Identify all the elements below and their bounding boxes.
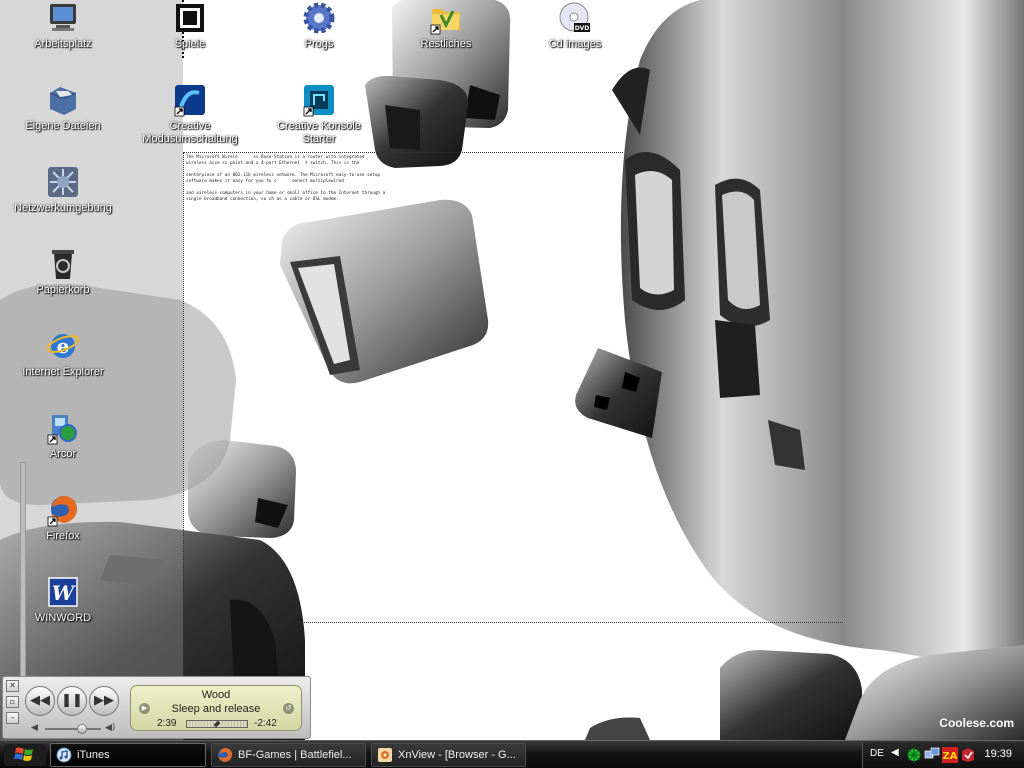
desktop-icon-eigene-dateien[interactable]: Eigene Dateien xyxy=(13,83,113,133)
network-places-icon xyxy=(48,167,78,197)
rewind-icon: ◀◀ xyxy=(30,693,50,708)
desktop-icon-label: Firefox xyxy=(46,530,80,542)
svg-text:W: W xyxy=(52,581,77,605)
previous-track-button[interactable]: ◀◀ xyxy=(25,686,55,716)
volume-high-icon: ◀) xyxy=(105,723,116,733)
desktop-icon-label: Creative Konsole Starter xyxy=(277,120,361,145)
desktop-icon-label: Spiele xyxy=(174,38,206,50)
desktop-icon-cd-images[interactable]: DVD Cd images xyxy=(525,1,625,51)
pause-button[interactable]: ❚❚ xyxy=(57,686,87,716)
watermark: Coolese.com xyxy=(939,716,1014,730)
desktop-icon-progs[interactable]: Progs xyxy=(269,1,369,51)
internet-explorer-icon: e xyxy=(46,334,80,358)
desktop-icon-label: Eigene Dateien xyxy=(25,120,101,132)
firefox-icon xyxy=(218,748,232,762)
desktop-icon-arbeitsplatz[interactable]: Arbeitsplatz xyxy=(13,1,113,51)
desktop-icon-label: WINWORD xyxy=(34,612,92,624)
wallpaper-text: The Microsoft Wirele ss Base Station is … xyxy=(186,155,386,202)
volume-slider[interactable]: ◀ ◀) xyxy=(31,723,121,735)
song-title: Wood xyxy=(201,689,231,701)
volume-low-icon: ◀ xyxy=(31,723,38,733)
task-label: XnView - [Browser - G... xyxy=(398,749,516,761)
resize-button[interactable]: ▫ xyxy=(6,696,19,708)
games-folder-icon xyxy=(176,4,204,32)
task-itunes[interactable]: iTunes xyxy=(50,743,206,767)
desktop-icon-restliches[interactable]: Restliches xyxy=(396,1,496,51)
creative-mode-icon xyxy=(174,85,205,117)
restliches-folder-icon xyxy=(430,9,460,35)
close-button[interactable]: ✕ xyxy=(6,680,19,692)
task-label: iTunes xyxy=(77,749,110,761)
desktop[interactable]: The Microsoft Wirele ss Base Station is … xyxy=(0,0,1024,740)
now-playing-display[interactable]: Wood Sleep and release ▶ ↺ 2:39 -2:42 xyxy=(130,685,302,731)
desktop-icon-label: Papierkorb xyxy=(36,284,90,296)
snapback-icon[interactable]: ↺ xyxy=(283,703,294,714)
dotted-frame-left xyxy=(183,152,184,740)
my-computer-icon xyxy=(50,4,76,31)
language-indicator[interactable]: DE xyxy=(870,748,884,759)
progress-bar[interactable] xyxy=(186,720,248,728)
task-xnview[interactable]: XnView - [Browser - G... xyxy=(371,743,526,767)
volume-knob[interactable] xyxy=(76,724,87,734)
tray-green-star-icon[interactable] xyxy=(906,747,922,763)
dvd-icon: DVD xyxy=(559,2,590,32)
xnview-icon xyxy=(378,748,392,762)
itunes-icon xyxy=(56,747,72,763)
desktop-icon-winword[interactable]: W WINWORD xyxy=(13,575,113,625)
desktop-icon-creative-modusumschaltung[interactable]: Creative Modusumschaltung xyxy=(140,83,240,146)
creative-console-icon xyxy=(303,85,334,117)
pause-icon: ❚❚ xyxy=(61,693,83,708)
recycle-bin-icon xyxy=(52,250,74,279)
desktop-icon-creative-konsole-starter[interactable]: Creative Konsole Starter xyxy=(269,83,369,146)
tray-antivirus-icon[interactable] xyxy=(960,747,976,763)
progs-gear-icon xyxy=(303,2,335,34)
next-track-button[interactable]: ▶▶ xyxy=(89,686,119,716)
tray-expand-icon[interactable]: ◀ xyxy=(891,747,899,758)
volume-track[interactable] xyxy=(45,728,101,730)
dotted-frame-bottom xyxy=(298,622,843,623)
desktop-icon-arcor[interactable]: Arcor xyxy=(13,411,113,461)
desktop-icon-label: Progs xyxy=(304,38,334,50)
desktop-icon-label: Arcor xyxy=(49,448,77,460)
desktop-icon-label: Internet Explorer xyxy=(22,366,104,378)
svg-text:DVD: DVD xyxy=(575,25,590,32)
my-documents-icon xyxy=(49,87,77,115)
itunes-mini-player[interactable]: ✕ ▫ – ◀◀ ❚❚ ▶▶ ◀ ◀) Wood Sleep and relea… xyxy=(2,676,311,739)
task-label: BF-Games | Battlefiel... xyxy=(238,749,352,761)
elapsed-time: 2:39 xyxy=(157,718,177,729)
arcor-icon xyxy=(47,415,77,445)
play-small-icon[interactable]: ▶ xyxy=(139,703,150,714)
desktop-icon-label: Cd images xyxy=(548,38,602,50)
task-firefox[interactable]: BF-Games | Battlefiel... xyxy=(211,743,366,767)
svg-text:ZA: ZA xyxy=(943,751,958,762)
taskbar: iTunes BF-Games | Battlefiel... XnView -… xyxy=(0,740,1024,768)
clock[interactable]: 19:39 xyxy=(984,748,1012,760)
system-tray: DE ◀ ZA 19:39 xyxy=(862,742,1024,768)
desktop-icon-internet-explorer[interactable]: e Internet Explorer xyxy=(13,329,113,379)
dotted-frame-top xyxy=(183,152,623,153)
desktop-icon-firefox[interactable]: Firefox xyxy=(13,493,113,543)
song-artist: Sleep and release xyxy=(171,703,261,715)
tray-zonealarm-icon[interactable]: ZA xyxy=(942,747,958,763)
fast-forward-icon: ▶▶ xyxy=(94,693,114,708)
minimize-button[interactable]: – xyxy=(6,712,19,724)
desktop-icon-label: Arbeitsplatz xyxy=(34,38,92,50)
desktop-icon-netzwerkumgebung[interactable]: Netzwerkumgebung xyxy=(13,165,113,215)
tray-network-icon[interactable] xyxy=(924,747,940,763)
desktop-icon-label: Restliches xyxy=(420,38,472,50)
firefox-icon xyxy=(47,496,77,527)
desktop-icon-label: Netzwerkumgebung xyxy=(14,202,112,214)
desktop-icon-spiele[interactable]: Spiele xyxy=(140,1,240,51)
desktop-icon-label: Creative Modusumschaltung xyxy=(142,120,238,145)
desktop-icon-papierkorb[interactable]: Papierkorb xyxy=(13,247,113,297)
word-icon: W xyxy=(48,577,78,607)
start-button[interactable] xyxy=(4,744,46,766)
remaining-time: -2:42 xyxy=(254,718,277,729)
progress-knob[interactable] xyxy=(214,720,221,728)
